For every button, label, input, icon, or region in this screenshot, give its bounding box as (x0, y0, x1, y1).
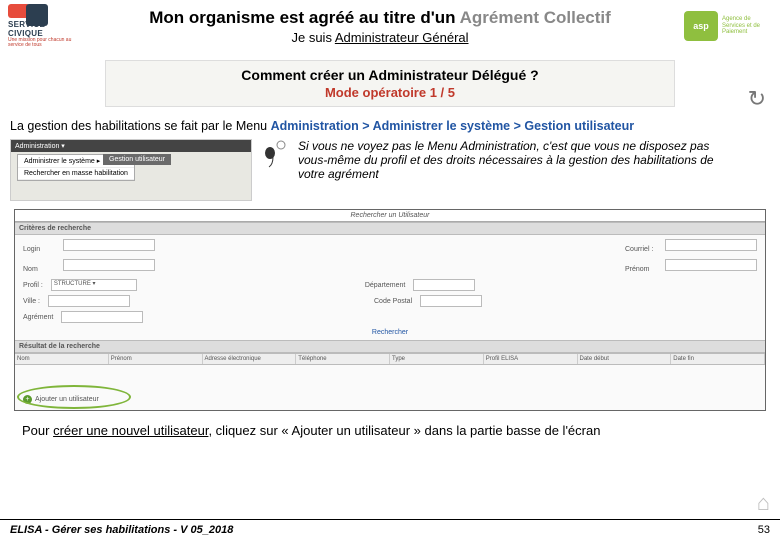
home-icon[interactable]: ⌂ (757, 490, 770, 516)
highlight-oval (17, 385, 131, 409)
search-link[interactable]: Rechercher (15, 325, 765, 340)
question-title: Comment créer un Administrateur Délégué … (110, 67, 670, 83)
page-number: 53 (758, 524, 770, 536)
page-subtitle: Je suis Administrateur Général (78, 30, 682, 45)
result-header: Résultat de la recherche (15, 340, 765, 353)
instruction-text: Pour créer une nouvel utilisateur, cliqu… (0, 417, 780, 446)
page-title: Mon organisme est agréé au titre d'un Ag… (78, 8, 682, 28)
service-civique-logo: SERVICE CIVIQUE Une mission pour chacun … (8, 4, 78, 48)
criteria-header: Critères de recherche (15, 222, 765, 235)
nav-path-text: La gestion des habilitations se fait par… (0, 111, 780, 137)
refresh-icon[interactable]: ↻ (748, 86, 766, 112)
lightbulb-icon (262, 139, 288, 169)
result-table-head: NomPrénomAdresse électroniqueTéléphone T… (15, 353, 765, 365)
panel-title: Rechercher un Utilisateur (15, 210, 765, 222)
asp-logo: asp Agence de Services et de Paiement (682, 4, 772, 48)
footer-doc-ref: ELISA - Gérer ses habilitations - V 05_2… (10, 524, 233, 536)
tip-text: Si vous ne voyez pas le Menu Administrat… (298, 139, 770, 181)
menu-screenshot: Administration ▾ Administrer le système … (10, 139, 252, 201)
question-box: Comment créer un Administrateur Délégué … (105, 60, 675, 107)
search-screenshot: Rechercher un Utilisateur Critères de re… (14, 209, 766, 411)
mode-step: Mode opératoire 1 / 5 (110, 85, 670, 100)
